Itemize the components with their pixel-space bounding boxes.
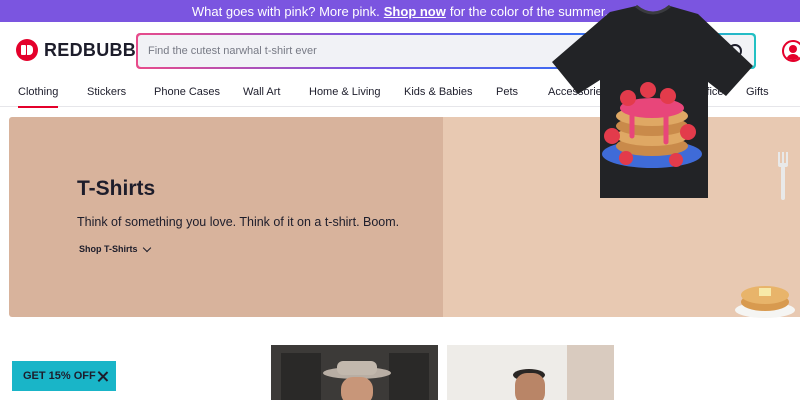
tshirt-image: [552, 4, 753, 198]
shop-t-shirts-link[interactable]: Shop T-Shirts: [79, 243, 151, 254]
promo-shop-now-link[interactable]: Shop now: [384, 4, 446, 19]
nav-item-kids-babies[interactable]: Kids & Babies: [404, 86, 472, 98]
pancakes-image: [735, 286, 795, 318]
product-photo: [447, 345, 614, 400]
product-card[interactable]: [271, 345, 438, 400]
product-photo: [271, 345, 438, 400]
discount-tab[interactable]: GET 15% OFF: [12, 361, 116, 391]
promo-text: What goes with pink? More pink.: [191, 3, 380, 19]
nav-item-phone-cases[interactable]: Phone Cases: [154, 86, 220, 98]
nav-item-home-living[interactable]: Home & Living: [309, 86, 381, 98]
discount-label: GET 15% OFF: [23, 370, 96, 382]
hero-title: T-Shirts: [77, 177, 156, 200]
nav-item-wall-art[interactable]: Wall Art: [243, 86, 281, 98]
nav-item-clothing[interactable]: Clothing: [18, 86, 59, 108]
page: What goes with pink? More pink. Shop now…: [0, 0, 800, 400]
redbubble-logo-icon: [16, 39, 38, 61]
shop-t-shirts-label: Shop T-Shirts: [79, 244, 138, 254]
nav-item-pets[interactable]: Pets: [496, 86, 518, 98]
fork-icon: [778, 152, 788, 200]
product-card[interactable]: [447, 345, 614, 400]
close-icon[interactable]: [98, 371, 108, 381]
chevron-down-icon: [142, 243, 151, 252]
nav-item-stickers[interactable]: Stickers: [87, 86, 126, 98]
account-icon[interactable]: [782, 40, 800, 62]
hero-subtitle: Think of something you love. Think of it…: [77, 215, 400, 229]
